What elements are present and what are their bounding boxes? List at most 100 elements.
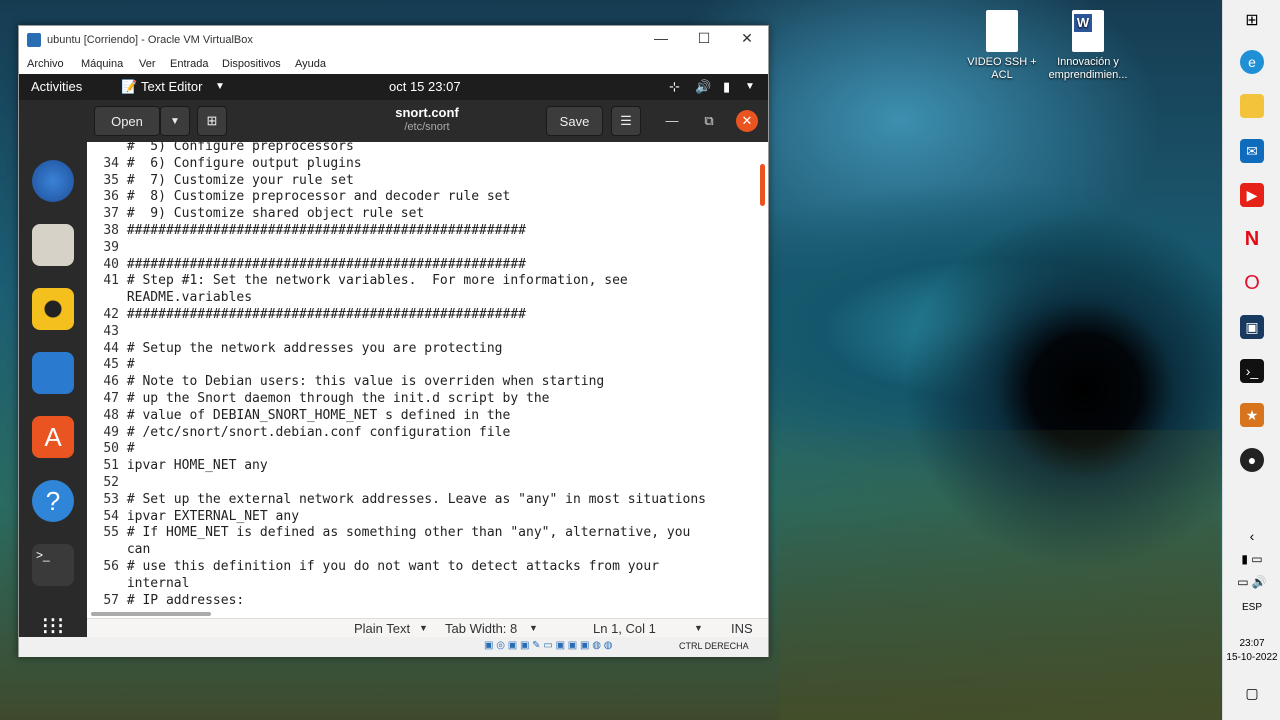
code-line[interactable]: 51 ipvar HOME_NET any (97, 458, 267, 475)
code-line[interactable]: 48 # value of DEBIAN_SNORT_HOME_NET s de… (97, 408, 510, 425)
file-explorer-icon[interactable] (1240, 94, 1264, 118)
language-indicator[interactable]: ESP (1223, 602, 1280, 613)
language-selector[interactable]: Plain Text (354, 621, 410, 636)
tab-width-selector[interactable]: Tab Width: 8 (445, 621, 517, 636)
code-area[interactable]: # 5) Configure preprocessors 34 # 6) Conf… (87, 142, 757, 610)
code-line[interactable]: 47 # up the Snort daemon through the ini… (97, 391, 549, 408)
language-chevron-icon[interactable]: ▼ (419, 623, 428, 633)
rhythmbox-icon[interactable] (32, 288, 74, 330)
restore-icon[interactable]: ⧉ (698, 110, 720, 132)
menu-archivo[interactable]: Archivo (27, 58, 64, 70)
mail-icon[interactable]: ✉ (1240, 139, 1264, 163)
insert-mode[interactable]: INS (731, 621, 753, 636)
open-menu-chevron-icon[interactable]: ▼ (160, 106, 190, 136)
notifications-icon[interactable]: ▢ (1223, 685, 1280, 702)
battery-icon[interactable]: ▮ (723, 79, 730, 95)
code-line[interactable]: 39 (97, 240, 127, 257)
hscroll-thumb[interactable] (91, 612, 211, 616)
line-number: 36 (103, 189, 119, 205)
line-text: # 6) Configure output plugins (126, 155, 362, 171)
terminal-icon[interactable]: ›_ (1240, 359, 1264, 383)
minimize-icon[interactable]: — (661, 110, 683, 132)
desktop-icon-video[interactable]: VIDEO SSH + ACL (962, 10, 1042, 82)
close-icon[interactable]: ✕ (727, 30, 767, 50)
media-app-icon[interactable]: ● (1240, 448, 1264, 472)
code-line[interactable]: 42 #####################################… (97, 307, 526, 324)
taskbar-time[interactable]: 23:07 (1223, 638, 1280, 649)
system-menu-chevron-icon[interactable]: ▼ (745, 81, 755, 92)
code-line[interactable]: 37 # 9) Customize shared object rule set (97, 206, 424, 223)
tab-width-chevron-icon[interactable]: ▼ (529, 623, 538, 633)
software-icon[interactable]: A (32, 416, 74, 458)
files-icon[interactable] (32, 224, 74, 266)
desktop-icon-label: VIDEO SSH + ACL (967, 56, 1037, 81)
windows-start-icon[interactable]: ⊞ (1240, 8, 1264, 32)
maximize-icon[interactable]: ☐ (684, 30, 724, 50)
thunderbird-icon[interactable] (32, 160, 74, 202)
app-menu[interactable]: Text Editor (141, 79, 202, 94)
menu-maquina[interactable]: Máquina (81, 58, 123, 70)
activities-button[interactable]: Activities (31, 79, 82, 94)
volume-icon[interactable]: 🔊 (695, 79, 711, 95)
libreoffice-writer-icon[interactable] (32, 352, 74, 394)
code-line[interactable]: internal (97, 576, 190, 593)
code-line[interactable]: 54 ipvar EXTERNAL_NET any (97, 509, 299, 526)
menu-ayuda[interactable]: Ayuda (295, 58, 326, 70)
tray-icons[interactable]: ▮ ▭ (1223, 552, 1280, 566)
scroll-thumb[interactable] (760, 164, 765, 206)
code-line[interactable]: 36 # 8) Customize preprocessor and decod… (97, 189, 510, 206)
opera-icon[interactable]: O (1240, 271, 1264, 295)
code-line[interactable]: 56 # use this definition if you do not w… (97, 559, 659, 576)
code-line[interactable]: 38 #####################################… (97, 223, 526, 240)
youtube-icon[interactable]: ▶ (1240, 183, 1264, 207)
hamburger-menu-icon[interactable]: ☰ (611, 106, 641, 136)
horizontal-scrollbar[interactable] (87, 610, 757, 618)
open-button[interactable]: Open (94, 106, 160, 136)
new-tab-icon[interactable]: ⊞ (197, 106, 227, 136)
menu-dispositivos[interactable]: Dispositivos (222, 58, 281, 70)
network-icon[interactable]: ⊹ (669, 79, 680, 95)
desktop-icon-word-doc[interactable]: Innovación y emprendimien... (1048, 10, 1128, 82)
app-icon[interactable]: ★ (1240, 403, 1264, 427)
close-icon[interactable]: ✕ (736, 110, 758, 132)
clock[interactable]: oct 15 23:07 (389, 79, 461, 94)
app-menu-chevron-icon[interactable]: ▼ (215, 81, 225, 92)
minimize-icon[interactable]: — (641, 30, 681, 50)
code-line[interactable]: 34 # 6) Configure output plugins (97, 155, 362, 173)
code-line[interactable]: can (97, 542, 150, 559)
vertical-scrollbar[interactable] (757, 142, 768, 610)
edge-icon[interactable]: e (1240, 50, 1264, 74)
code-line[interactable]: 57 # IP addresses: (97, 593, 244, 610)
code-line[interactable]: 46 # Note to Debian users: this value is… (97, 374, 604, 391)
code-line[interactable]: 43 (97, 324, 127, 341)
code-line[interactable]: 45 # (97, 357, 134, 374)
position-chevron-icon[interactable]: ▼ (694, 623, 703, 633)
code-line[interactable]: README.variables (97, 290, 252, 307)
code-line[interactable]: 41 # Step #1: Set the network variables.… (97, 273, 627, 290)
code-line[interactable]: 44 # Setup the network addresses you are… (97, 341, 502, 358)
virtualbox-icon[interactable]: ▣ (1240, 315, 1264, 339)
cursor-position[interactable]: Ln 1, Col 1 (593, 621, 656, 636)
volume-icon[interactable]: ▭ 🔊 (1223, 575, 1280, 589)
line-text: # /etc/snort/snort.debian.conf configura… (126, 424, 511, 440)
code-line[interactable]: 55 # If HOME_NET is defined as something… (97, 525, 690, 542)
line-text: # IP addresses: (126, 592, 245, 608)
code-line[interactable]: 49 # /etc/snort/snort.debian.conf config… (97, 425, 510, 442)
code-line[interactable]: 50 # (97, 441, 134, 458)
tray-chevron-icon[interactable]: ‹ (1223, 528, 1280, 544)
taskbar-date[interactable]: 15-10-2022 (1223, 652, 1280, 663)
netflix-icon[interactable]: N (1240, 227, 1264, 251)
code-line[interactable]: 40 #####################################… (97, 257, 526, 274)
help-icon[interactable]: ? (32, 480, 74, 522)
terminal-icon[interactable]: >_ (32, 544, 74, 586)
code-line[interactable]: # 5) Configure preprocessors (97, 142, 354, 156)
code-line[interactable]: 35 # 7) Customize your rule set (97, 173, 353, 190)
save-button[interactable]: Save (546, 106, 603, 136)
line-number: 52 (103, 475, 119, 490)
menu-ver[interactable]: Ver (139, 58, 156, 70)
code-line[interactable]: 53 # Set up the external network address… (97, 492, 706, 509)
vbox-device-icons[interactable]: ▣ ◎ ▣ ▣ ✎ ▭ ▣ ▣ ▣ ◍ ◍ (484, 640, 612, 651)
line-number: 41 (103, 273, 119, 289)
menu-entrada[interactable]: Entrada (170, 58, 209, 70)
code-line[interactable]: 52 (97, 475, 127, 492)
